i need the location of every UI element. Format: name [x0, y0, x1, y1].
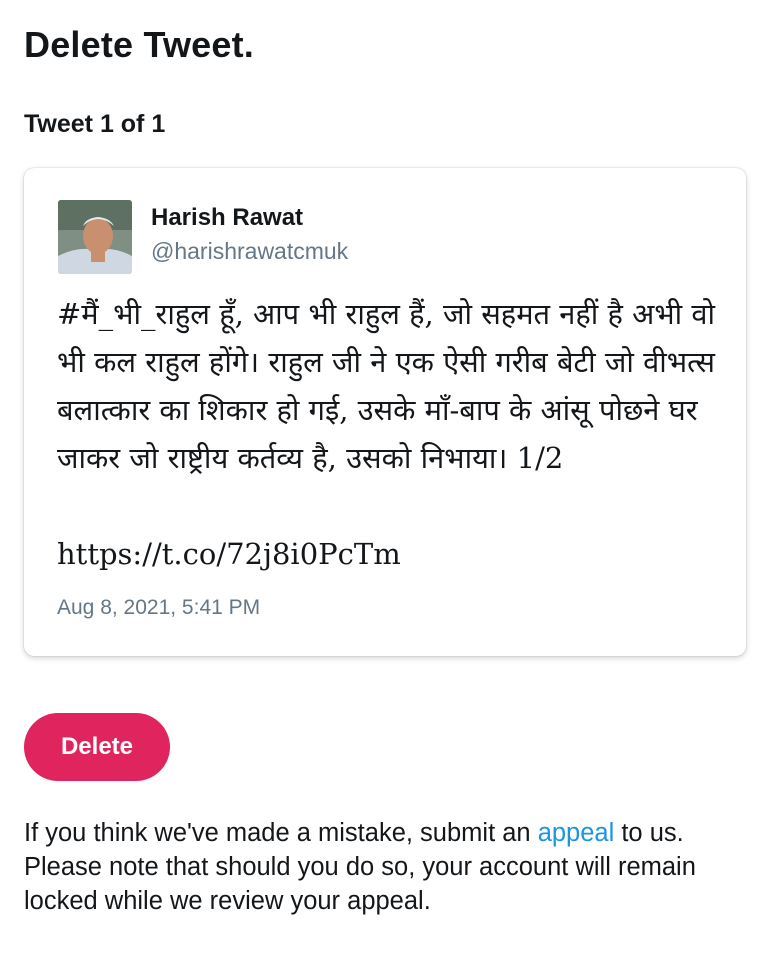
author-name: Harish Rawat — [151, 204, 304, 231]
author-handle: @harishrawatcmuk — [151, 238, 349, 264]
tweet-card: Harish Rawat @harishrawatcmuk #मैं_भी_रा… — [24, 168, 746, 656]
tweet-link[interactable]: https://t.co/72j8i0PcTm — [57, 530, 401, 578]
tweet-timestamp: Aug 8, 2021, 5:41 PM — [57, 596, 261, 619]
page-title: Delete Tweet. — [24, 24, 255, 65]
tweet-counter: Tweet 1 of 1 — [24, 110, 166, 138]
avatar-photo-icon — [58, 200, 132, 274]
appeal-link[interactable]: appeal — [538, 819, 615, 847]
delete-button[interactable]: Delete — [24, 713, 170, 781]
tweet-text: #मैं_भी_राहुल हूँ, आप भी राहुल हैं, जो स… — [57, 297, 725, 475]
appeal-notice: If you think we've made a mistake, submi… — [24, 816, 754, 918]
notice-text-before: If you think we've made a mistake, submi… — [24, 819, 538, 847]
avatar — [58, 200, 132, 274]
